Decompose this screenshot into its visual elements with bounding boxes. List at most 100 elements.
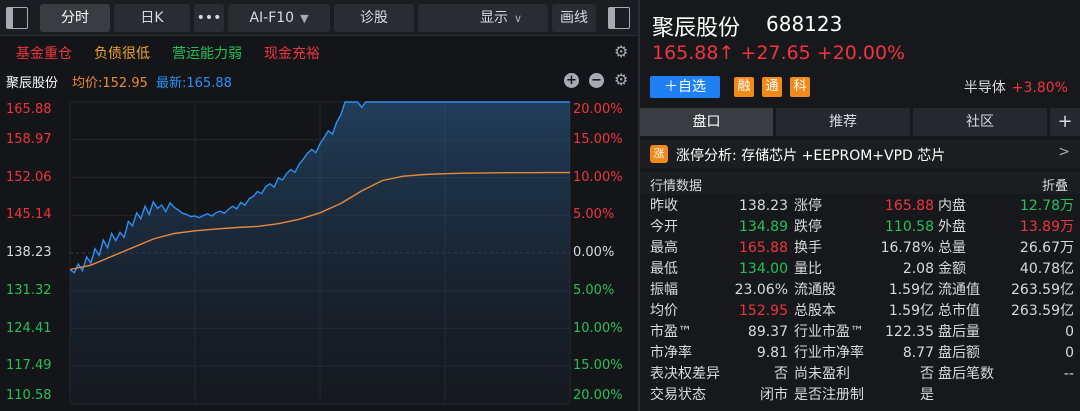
market-field-label: 今开: [650, 219, 678, 235]
stock-name: 聚辰股份: [652, 16, 741, 41]
chart-panel: 分时 日K ••• AI-F10 ▼ 诊股 显示 ∨ 画线 基金重仓 负债很低 营运…: [0, 0, 638, 411]
add-tab-button[interactable]: +: [1050, 108, 1080, 136]
f10-dropdown[interactable]: AI-F10 ▼: [228, 4, 330, 32]
market-field-label: 总量: [938, 240, 966, 256]
y-tick-label-right: 5.00%: [573, 282, 615, 298]
limit-up-text: 涨停分析: 存储芯片 +EEPROM+VPD 芯片: [676, 148, 946, 164]
market-field-label: 流通值: [938, 282, 980, 298]
current-price: 165.88↑: [652, 42, 735, 64]
sidebar-toggle-icon[interactable]: [6, 7, 28, 29]
market-field-value: 122.35: [885, 324, 934, 340]
zoom-out-icon[interactable]: −: [589, 73, 604, 88]
market-field-value: 40.78亿: [1019, 261, 1074, 277]
market-field-value: 0: [1065, 324, 1074, 340]
market-field-label: 行业市盈™: [794, 324, 864, 340]
gear-icon[interactable]: ⚙: [614, 70, 628, 89]
price-change-pct: +20.00%: [816, 42, 906, 64]
chevron-down-icon: ▼: [300, 12, 309, 25]
market-field-label: 盘后笔数: [938, 366, 994, 382]
market-field-label: 最高: [650, 240, 678, 256]
more-button[interactable]: •••: [194, 4, 224, 32]
stock-code: 688123: [766, 12, 843, 36]
market-field-label: 行业市净率: [794, 345, 864, 361]
market-field-value: 闭市: [760, 387, 788, 403]
market-field-label: 金额: [938, 261, 966, 277]
chart-stock-name: 聚辰股份: [6, 76, 59, 91]
tab-community[interactable]: 社区: [913, 108, 1047, 136]
market-field-value: 1.59亿: [888, 303, 934, 319]
y-tick-label-right: 15.00%: [573, 131, 623, 147]
market-field-label: 涨停: [794, 198, 822, 214]
market-field-value: 是: [920, 387, 934, 403]
market-field-label: 振幅: [650, 282, 678, 298]
intraday-chart[interactable]: 165.88 20.00% 158.97 15.00% 152.06 10.00% 145.…: [0, 94, 638, 411]
market-field-value: 16.78%: [880, 240, 934, 256]
tag-low-debt[interactable]: 负债很低: [94, 43, 150, 63]
tag-cash-rich[interactable]: 现金充裕: [264, 43, 320, 63]
market-field-label: 跌停: [794, 219, 822, 235]
y-tick-label-left: 110.58: [6, 388, 52, 403]
market-field-value: 165.88: [885, 198, 934, 214]
limit-up-analysis[interactable]: 涨 涨停分析: 存储芯片 +EEPROM+VPD 芯片 >: [640, 140, 1080, 168]
sector-name: 半导体: [963, 80, 1006, 96]
y-tick-label-left: 158.97: [6, 131, 52, 147]
quote-panel: 聚辰股份 688123 165.88↑ +27.65 +20.00% ＋自选 融 通…: [640, 0, 1080, 411]
star-market-badge: 科: [790, 77, 810, 97]
avg-price-label: 均价:152.95: [72, 76, 148, 91]
market-field-label: 总市值: [938, 303, 980, 319]
fold-button[interactable]: 折叠: [1042, 175, 1068, 194]
market-field-value: 8.77: [902, 345, 934, 361]
market-field-label: 外盘: [938, 219, 966, 235]
gear-icon[interactable]: ⚙: [614, 42, 628, 61]
market-field-label: 是否注册制: [794, 387, 864, 403]
tab-order-book[interactable]: 盘口: [640, 108, 773, 136]
y-tick-label-right: 10.00%: [573, 169, 623, 185]
price-change: +27.65: [740, 42, 811, 64]
y-tick-label-left: 138.23: [6, 245, 52, 260]
market-field-label: 最低: [650, 261, 678, 277]
panel-toggle-icon[interactable]: [608, 7, 630, 29]
sector-pct: +3.80%: [1011, 80, 1068, 96]
market-field-value: 26.67万: [1019, 240, 1074, 256]
market-field-value: --: [1063, 366, 1074, 382]
sector-indicator[interactable]: 半导体 +3.80%: [964, 77, 1068, 97]
market-field-label: 换手: [794, 240, 822, 256]
market-field-value: 263.59亿: [1011, 282, 1074, 298]
add-watchlist-button[interactable]: ＋自选: [650, 76, 720, 98]
y-tick-label-left: 165.88: [6, 102, 52, 117]
y-tick-label-left: 145.14: [6, 207, 52, 223]
draw-line-button[interactable]: 画线: [552, 4, 596, 32]
market-field-label: 盘后量: [938, 324, 980, 340]
chart-toolbar: 分时 日K ••• AI-F10 ▼ 诊股 显示 ∨ 画线: [0, 0, 638, 36]
market-field-value: 23.06%: [734, 282, 788, 298]
market-data-title: 行情数据: [650, 179, 703, 194]
market-field-label: 市净率: [650, 345, 692, 361]
tab-recommend[interactable]: 推荐: [776, 108, 910, 136]
chart-header: 聚辰股份 均价:152.95 最新:165.88 + − ⚙: [0, 68, 638, 92]
market-field-value: 1.59亿: [888, 282, 934, 298]
market-field-value: 165.88: [739, 240, 788, 256]
zoom-in-icon[interactable]: +: [564, 73, 579, 88]
market-field-label: 盘后额: [938, 345, 980, 361]
tag-weak-operation[interactable]: 营运能力弱: [172, 43, 242, 63]
market-field-value: 134.00: [739, 261, 788, 277]
diagnose-button[interactable]: 诊股: [334, 4, 414, 32]
limit-up-icon: 涨: [650, 145, 668, 163]
y-tick-label-left: 124.41: [6, 320, 52, 336]
market-field-value: 否: [774, 366, 788, 382]
quote-tabs: 盘口 推荐 社区 +: [640, 108, 1080, 136]
tab-daily-k[interactable]: 日K: [114, 4, 190, 32]
tab-intraday[interactable]: 分时: [40, 4, 110, 32]
y-tick-label-left: 117.49: [6, 358, 52, 374]
tag-fund-holding[interactable]: 基金重仓: [16, 43, 72, 63]
chart-svg: [69, 101, 571, 405]
display-dropdown[interactable]: 显示 ∨: [418, 4, 548, 32]
chevron-down-icon: ∨: [514, 12, 523, 25]
market-field-value: 2.08: [902, 261, 934, 277]
market-field-label: 表决权差异: [650, 366, 720, 382]
latest-price-label: 最新:165.88: [156, 76, 232, 91]
market-field-value: 263.59亿: [1011, 303, 1074, 319]
y-tick-label-right: 15.00%: [573, 358, 623, 374]
market-field-value: 152.95: [739, 303, 788, 319]
connect-badge: 通: [762, 77, 782, 97]
